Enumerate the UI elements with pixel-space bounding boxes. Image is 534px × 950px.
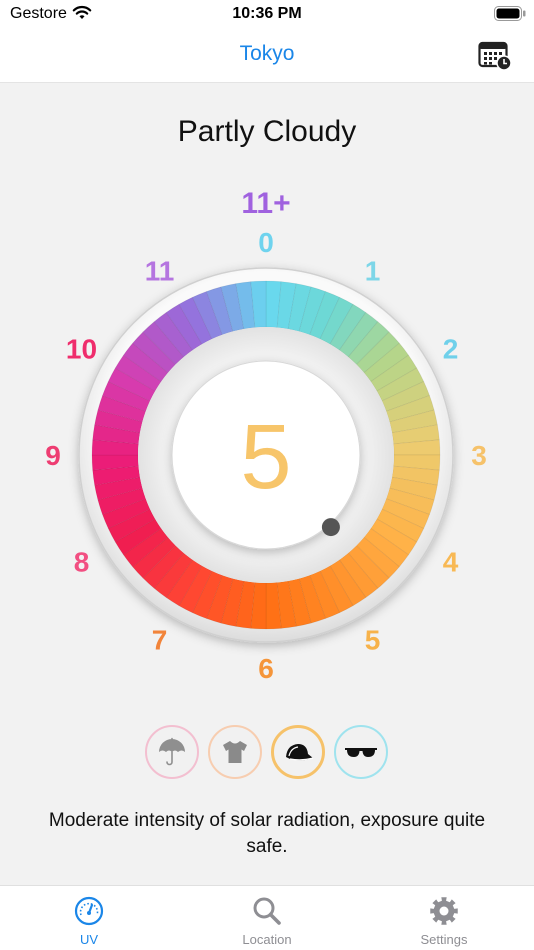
battery-icon [494, 6, 526, 21]
uv-scale-label: 5 [365, 625, 381, 656]
uv-scale-label: 6 [258, 653, 274, 684]
tab-bar: UV Location Settings [0, 885, 534, 950]
tshirt-badge[interactable] [208, 725, 262, 779]
uv-scale-label: 9 [45, 440, 61, 471]
uv-level-indicator [321, 518, 340, 537]
uv-scale-label: 7 [152, 625, 168, 656]
uv-scale-label: 1 [365, 256, 381, 287]
uv-scale-label: 4 [443, 547, 459, 578]
tab-location-label: Location [242, 932, 292, 947]
sunglasses-badge[interactable] [334, 725, 388, 779]
uv-scale-label: 2 [443, 334, 459, 365]
tab-uv-label: UV [79, 932, 99, 947]
tab-location[interactable]: Location [212, 886, 322, 950]
uv-index-value: 5 [240, 406, 291, 508]
sunglasses-icon [345, 748, 377, 757]
status-bar: Gestore 10:36 PM [0, 0, 534, 28]
tab-settings[interactable]: Settings [389, 886, 499, 950]
uv-scale-label: 3 [471, 440, 487, 471]
cap-icon [286, 744, 314, 761]
uv-scale-label: 11 [145, 256, 175, 287]
gear-icon [430, 897, 458, 925]
gauge-icon [74, 896, 104, 926]
cap-badge[interactable] [271, 725, 325, 779]
weather-condition: Partly Cloudy [177, 115, 357, 148]
location-title[interactable]: Tokyo [0, 42, 534, 66]
tab-uv[interactable]: UV [34, 886, 144, 950]
uv-scale-label: 10 [66, 334, 97, 365]
protection-icons-row [0, 725, 534, 781]
tab-settings-label: Settings [420, 932, 468, 947]
status-time: 10:36 PM [232, 5, 302, 22]
calendar-clock-icon[interactable] [478, 40, 512, 70]
umbrella-icon [159, 737, 185, 766]
umbrella-badge[interactable] [145, 725, 199, 779]
uv-gauge: 0 1 2 3 4 5 6 7 8 9 10 11 11+ 5 [45, 187, 487, 684]
tshirt-icon [223, 741, 247, 763]
uv-scale-label: 0 [258, 227, 274, 258]
navigation-bar: Tokyo [0, 28, 534, 83]
search-icon [253, 897, 281, 925]
uv-scale-label-extreme: 11+ [241, 187, 290, 220]
uv-description: Moderate intensity of solar radiation, e… [48, 810, 486, 857]
uv-scale-label: 8 [74, 547, 90, 578]
